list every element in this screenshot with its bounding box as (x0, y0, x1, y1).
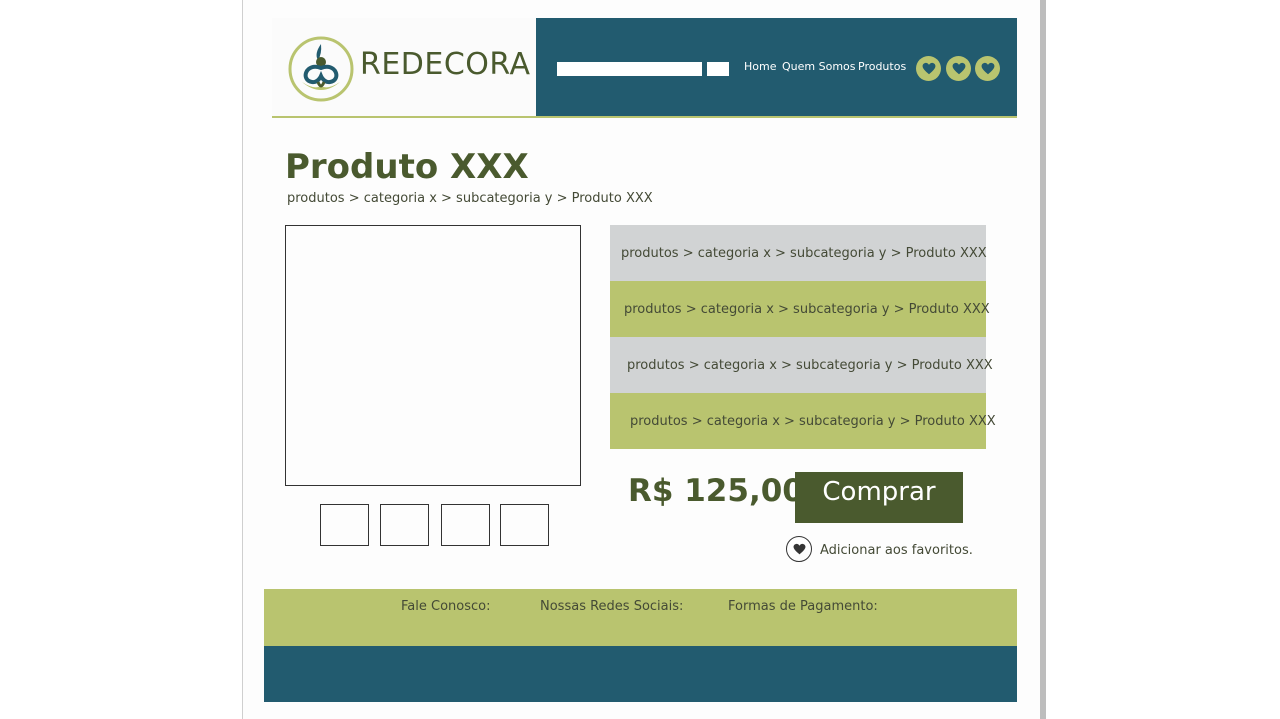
heart-icon (981, 62, 994, 74)
product-thumbnail-4[interactable] (500, 504, 549, 546)
nav-link-home[interactable]: Home (744, 60, 776, 73)
product-thumbnail-1[interactable] (320, 504, 369, 546)
heart-icon (922, 62, 935, 74)
product-price: R$ 125,00 (628, 473, 804, 509)
info-row-4: produtos > categoria x > subcategoria y … (610, 393, 996, 449)
footer-social-label[interactable]: Nossas Redes Sociais: (540, 599, 683, 614)
social-button-3[interactable] (975, 56, 1000, 81)
footer-bottom-bar (264, 646, 1017, 702)
search-input[interactable] (557, 62, 702, 76)
product-thumbnail-2[interactable] (380, 504, 429, 546)
info-row-2: produtos > categoria x > subcategoria y … (610, 281, 990, 337)
favorite-button[interactable] (786, 536, 812, 562)
heart-icon (952, 62, 965, 74)
nav-link-quem-somos[interactable]: Quem Somos (782, 60, 856, 73)
favorite-link[interactable]: Adicionar aos favoritos. (820, 543, 973, 558)
heart-icon (793, 543, 805, 554)
search-button[interactable] (707, 62, 729, 76)
info-row-3: produtos > categoria x > subcategoria y … (610, 337, 993, 393)
product-main-image[interactable] (285, 225, 581, 486)
logo-text: REDECORA (360, 47, 531, 82)
product-thumbnail-3[interactable] (441, 504, 490, 546)
footer-contact-label[interactable]: Fale Conosco: (401, 599, 490, 614)
social-button-2[interactable] (946, 56, 971, 81)
nav-link-produtos[interactable]: Produtos (858, 60, 906, 73)
info-row-1: produtos > categoria x > subcategoria y … (610, 225, 987, 281)
breadcrumb[interactable]: produtos > categoria x > subcategoria y … (287, 191, 653, 206)
buy-button[interactable]: Comprar (795, 472, 963, 523)
header-divider (272, 116, 1017, 118)
footer-info-bar (264, 589, 1017, 646)
logo-icon[interactable] (288, 32, 354, 102)
footer-payment-label: Formas de Pagamento: (728, 599, 878, 614)
page-title: Produto XXX (285, 147, 529, 187)
social-button-1[interactable] (916, 56, 941, 81)
page-shadow (1040, 0, 1046, 719)
